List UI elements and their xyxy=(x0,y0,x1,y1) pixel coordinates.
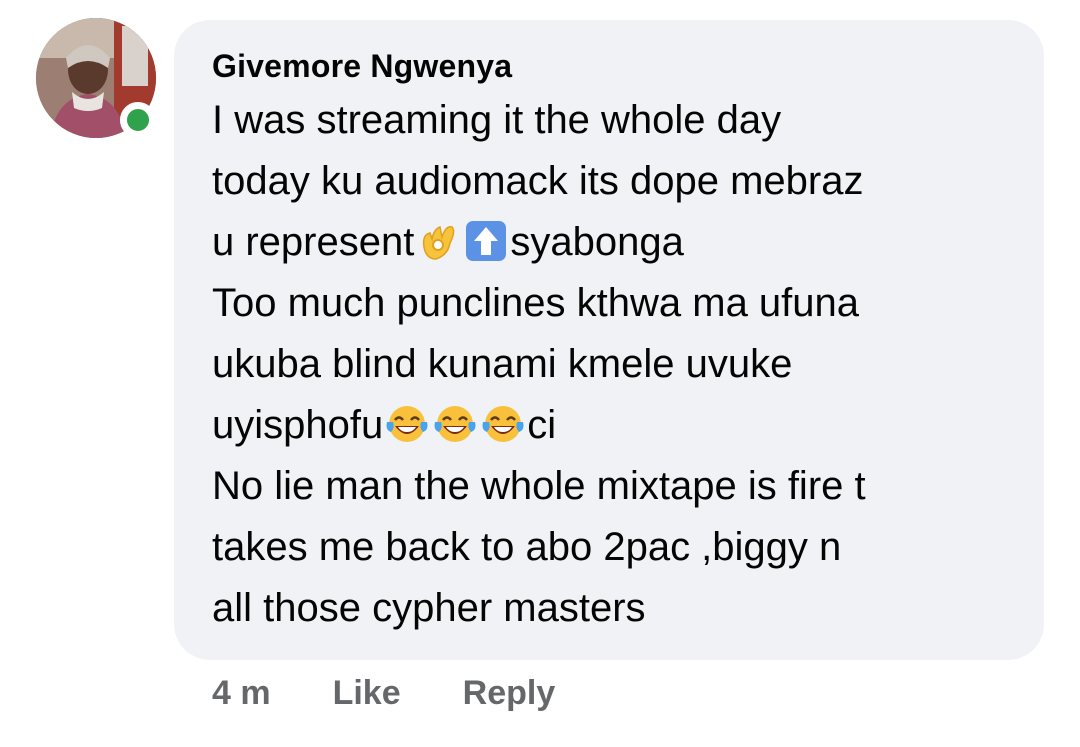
comment-text: Too much punclines kthwa ma ufuna xyxy=(212,281,860,325)
reply-button[interactable]: Reply xyxy=(463,674,556,713)
comment-text: today ku audiomack its dope mebraz xyxy=(212,159,864,203)
comment-text: all those cypher masters xyxy=(212,586,646,630)
tears-of-joy-icon xyxy=(385,402,429,446)
comment-text-line: No lie man the whole mixtape is fire t xyxy=(212,456,1010,517)
comment-text: ukuba blind kunami kmele uvuke xyxy=(212,342,793,386)
comment-bubble: Givemore Ngwenya I was streaming it the … xyxy=(174,20,1044,660)
comment-text: syabonga xyxy=(510,220,684,264)
avatar-container[interactable] xyxy=(36,18,156,138)
comment-text-line: all those cypher masters xyxy=(212,578,1010,639)
comment-text: ci xyxy=(527,403,557,447)
comment-text: takes me back to abo 2pac ,biggy n xyxy=(212,525,842,569)
author-name[interactable]: Givemore Ngwenya xyxy=(212,46,1010,86)
comment-text: I was streaming it the whole day xyxy=(212,98,782,142)
comment-text-line: ukuba blind kunami kmele uvuke xyxy=(212,334,1010,395)
comment-text: u represent xyxy=(212,220,415,264)
comment: Givemore Ngwenya I was streaming it the … xyxy=(0,0,1080,747)
comment-text-line: I was streaming it the whole day xyxy=(212,90,1010,151)
comment-text-line: u represent syabonga xyxy=(212,212,1010,273)
comment-text-line: Too much punclines kthwa ma ufuna xyxy=(212,273,1010,334)
online-status-indicator xyxy=(120,102,156,138)
like-button[interactable]: Like xyxy=(333,674,401,713)
up-arrow-icon xyxy=(464,219,508,263)
tears-of-joy-icon xyxy=(433,402,477,446)
comment-text: uyisphofu xyxy=(212,403,384,447)
comment-text-line: takes me back to abo 2pac ,biggy n xyxy=(212,517,1010,578)
comment-actions: 4 m Like Reply xyxy=(212,668,617,718)
ok-hand-icon xyxy=(416,219,460,263)
comment-text-line: today ku audiomack its dope mebraz xyxy=(212,151,1010,212)
tears-of-joy-icon xyxy=(481,402,525,446)
comment-text-line: uyisphofu ci xyxy=(212,395,1010,456)
comment-text: No lie man the whole mixtape is fire t xyxy=(212,464,866,508)
comment-timestamp[interactable]: 4 m xyxy=(212,674,271,713)
